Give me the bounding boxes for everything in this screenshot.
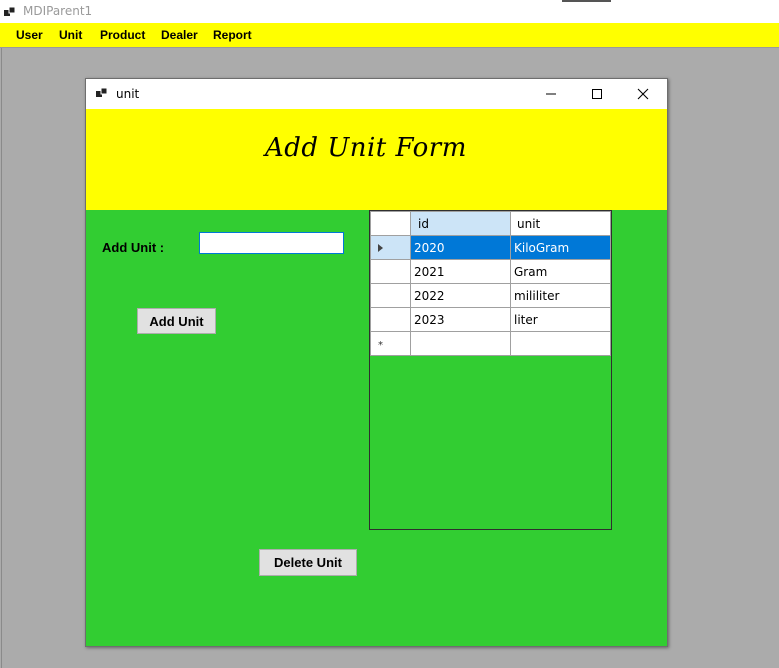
menu-item-report[interactable]: Report	[213, 28, 252, 42]
grid-corner-header[interactable]	[370, 211, 411, 236]
cell-id[interactable]: 2022	[410, 283, 511, 308]
unit-table: id unit 2020 KiloGram 2021 Gram 2022 mil…	[370, 211, 611, 356]
cell-unit-new[interactable]	[510, 331, 611, 356]
unit-grid[interactable]: id unit 2020 KiloGram 2021 Gram 2022 mil…	[369, 210, 612, 530]
column-header-unit[interactable]: unit	[510, 211, 611, 236]
row-header[interactable]	[370, 307, 411, 332]
cell-id[interactable]: 2021	[410, 259, 511, 284]
cell-unit[interactable]: Gram	[510, 259, 611, 284]
menu-item-unit[interactable]: Unit	[59, 28, 82, 42]
menu-item-product[interactable]: Product	[100, 28, 145, 42]
table-row[interactable]: 2020 KiloGram	[370, 235, 611, 260]
child-title-bar[interactable]: unit	[86, 79, 667, 109]
cell-unit[interactable]: mililiter	[510, 283, 611, 308]
table-row[interactable]: 2023 liter	[370, 307, 611, 332]
cell-unit[interactable]: liter	[510, 307, 611, 332]
cell-unit[interactable]: KiloGram	[510, 235, 611, 260]
form-header: Add Unit Form	[86, 109, 667, 210]
app-icon	[4, 6, 16, 16]
row-header[interactable]	[370, 283, 411, 308]
title-bar-edge	[562, 0, 611, 2]
menu-item-user[interactable]: User	[16, 28, 43, 42]
new-row-icon: *	[378, 339, 383, 351]
cell-id[interactable]: 2023	[410, 307, 511, 332]
new-row[interactable]: *	[370, 331, 611, 356]
row-header[interactable]: *	[370, 331, 411, 356]
form-icon	[96, 87, 108, 97]
form-heading: Add Unit Form	[265, 133, 467, 163]
cell-id-new[interactable]	[410, 331, 511, 356]
row-header[interactable]	[370, 259, 411, 284]
grid-header-row: id unit	[370, 211, 611, 236]
cell-id[interactable]: 2020	[410, 235, 511, 260]
minimize-icon[interactable]	[541, 84, 561, 104]
add-unit-button[interactable]: Add Unit	[137, 308, 216, 334]
parent-window-title: MDIParent1	[23, 4, 93, 18]
add-unit-label: Add Unit :	[102, 240, 165, 255]
unit-form-window: unit Add Unit Form Add Unit : Add Unit i…	[85, 78, 668, 647]
delete-unit-button[interactable]: Delete Unit	[259, 549, 357, 576]
close-icon[interactable]	[633, 84, 653, 104]
column-header-id[interactable]: id	[410, 211, 511, 236]
menu-item-dealer[interactable]: Dealer	[161, 28, 198, 42]
table-row[interactable]: 2021 Gram	[370, 259, 611, 284]
add-unit-input[interactable]	[199, 232, 344, 254]
menu-bar: User Unit Product Dealer Report	[0, 23, 779, 48]
table-row[interactable]: 2022 mililiter	[370, 283, 611, 308]
current-row-icon	[378, 244, 383, 252]
row-header[interactable]	[370, 235, 411, 260]
maximize-icon[interactable]	[587, 84, 607, 104]
child-window-title: unit	[116, 87, 140, 101]
parent-title-bar: MDIParent1	[0, 0, 779, 23]
